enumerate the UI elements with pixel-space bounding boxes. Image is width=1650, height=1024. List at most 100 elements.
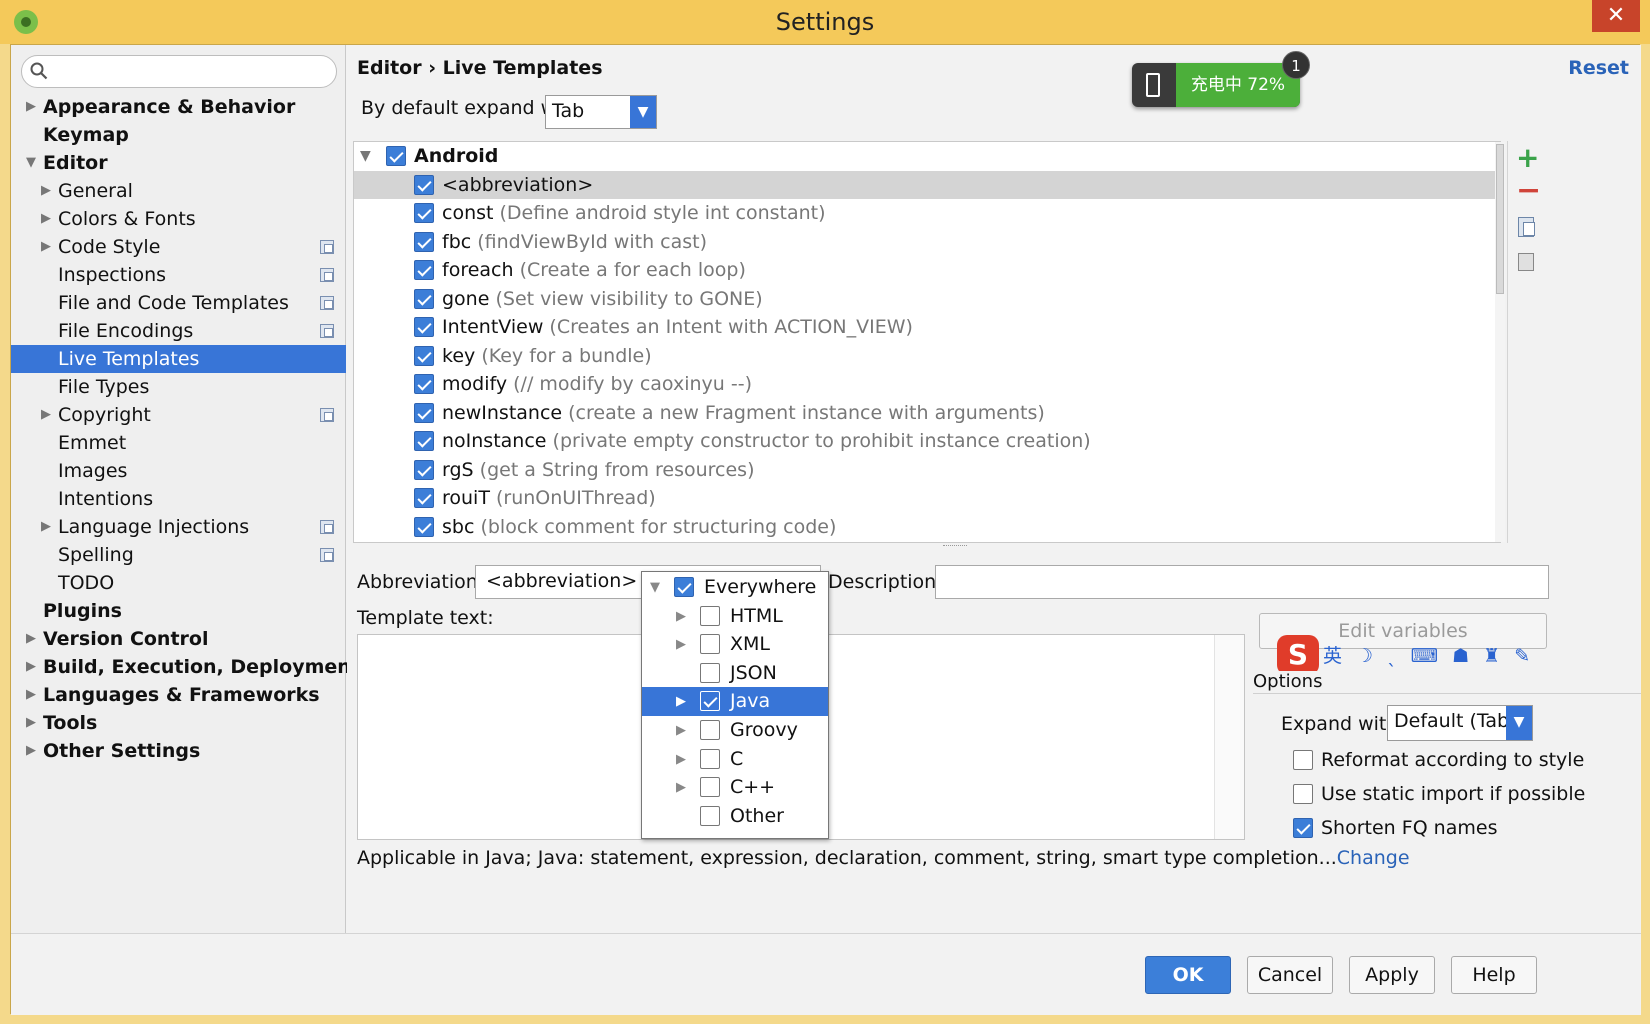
search-input[interactable] [21,55,337,88]
default-expand-select[interactable]: Tab ▼ [545,95,657,129]
description-field[interactable] [935,565,1549,599]
collapsed-arrow-icon[interactable]: ▶ [41,401,51,429]
ok-button[interactable]: OK [1145,956,1231,994]
collapsed-arrow-icon[interactable]: ▶ [26,681,36,709]
cancel-button[interactable]: Cancel [1247,956,1333,994]
template-group-row[interactable]: ▼ Android [354,142,1500,170]
collapsed-arrow-icon[interactable]: ▶ [676,716,686,745]
sidebar-item-appearance-behavior[interactable]: ▶ Appearance & Behavior [11,93,346,121]
collapsed-arrow-icon[interactable]: ▶ [41,233,51,261]
collapsed-arrow-icon[interactable]: ▶ [676,630,686,659]
context-checkbox[interactable] [700,605,720,626]
context-item-c[interactable]: ▶ C [642,745,828,774]
sidebar-item-keymap[interactable]: Keymap [11,121,346,149]
context-item-json[interactable]: JSON [642,659,828,688]
sidebar-item-other-settings[interactable]: ▶ Other Settings [11,737,346,765]
context-checkbox[interactable] [674,577,694,597]
reset-link[interactable]: Reset [1568,57,1629,79]
editor-scrollbar[interactable] [1214,635,1244,839]
template-row[interactable]: foreach (Create a for each loop) [354,256,1500,284]
template-checkbox[interactable] [414,317,434,337]
collapsed-arrow-icon[interactable]: ▶ [26,737,36,765]
template-row[interactable]: <abbreviation> [354,170,1500,199]
template-row[interactable]: gone (Set view visibility to GONE) [354,285,1500,313]
context-checkbox[interactable] [700,691,720,712]
context-checkbox[interactable] [700,777,720,798]
sidebar-item-inspections[interactable]: Inspections [11,261,346,289]
sidebar-item-copyright[interactable]: ▶ Copyright [11,401,346,429]
sidebar-item-file-encodings[interactable]: File Encodings [11,317,346,345]
collapsed-arrow-icon[interactable]: ▶ [41,513,51,541]
sidebar-item-code-style[interactable]: ▶ Code Style [11,233,346,261]
template-checkbox[interactable] [414,174,434,195]
context-item-groovy[interactable]: ▶ Groovy [642,716,828,745]
sogou-logo-icon[interactable]: S [1277,635,1319,675]
template-checkbox[interactable] [414,203,434,223]
sidebar-item-tools[interactable]: ▶ Tools [11,709,346,737]
templates-scrollbar[interactable] [1495,142,1505,542]
context-item-html[interactable]: ▶ HTML [642,602,828,631]
template-checkbox[interactable] [414,516,434,537]
template-row[interactable]: key (Key for a bundle) [354,342,1500,370]
ime-tool-icons[interactable]: 英 ☽ ˎ ⌨ ☗ ♜ ✎ [1323,641,1534,668]
help-button[interactable]: Help [1451,956,1537,994]
add-icon[interactable]: + [1516,144,1539,172]
template-row[interactable]: modify (// modify by caoxinyu --) [354,370,1500,398]
template-row[interactable]: rouiT (runOnUIThread) [354,484,1500,512]
close-button[interactable]: ✕ [1592,0,1640,32]
collapsed-arrow-icon[interactable]: ▶ [676,773,686,802]
expanded-arrow-icon[interactable]: ▼ [26,149,36,177]
collapsed-arrow-icon[interactable]: ▶ [26,625,36,653]
sidebar-item-version-control[interactable]: ▶ Version Control [11,625,346,653]
template-checkbox[interactable] [414,488,434,508]
sidebar-item-language-injections[interactable]: ▶ Language Injections [11,513,346,541]
template-checkbox[interactable] [414,288,434,309]
sidebar-item-emmet[interactable]: Emmet [11,429,346,457]
template-checkbox[interactable] [414,374,434,394]
copy-icon[interactable] [1518,217,1535,237]
collapsed-arrow-icon[interactable]: ▶ [26,653,36,681]
sidebar-item-file-types[interactable]: File Types [11,373,346,401]
template-row[interactable]: noInstance (private empty constructor to… [354,427,1500,455]
ime-toolbar[interactable]: S 英 ☽ ˎ ⌨ ☗ ♜ ✎ [1277,635,1547,675]
expanded-arrow-icon[interactable]: ▼ [650,573,660,602]
collapsed-arrow-icon[interactable]: ▶ [41,177,51,205]
expanded-arrow-icon[interactable]: ▼ [360,142,371,170]
template-row[interactable]: const (Define android style int constant… [354,199,1500,227]
remove-icon[interactable]: − [1516,176,1541,206]
template-checkbox[interactable] [414,260,434,280]
title-bar[interactable]: Settings ✕ [0,0,1650,44]
template-checkbox[interactable] [414,459,434,480]
sidebar-item-todo[interactable]: TODO [11,569,346,597]
context-checkbox[interactable] [700,748,720,769]
sidebar-item-images[interactable]: Images [11,457,346,485]
splitter-handle[interactable] [943,545,967,549]
collapsed-arrow-icon[interactable]: ▶ [26,93,36,121]
context-item-cplusplus[interactable]: ▶ C++ [642,773,828,802]
restore-defaults-icon[interactable] [1518,253,1534,271]
sidebar-item-live-templates[interactable]: Live Templates [11,345,346,373]
collapsed-arrow-icon[interactable]: ▶ [676,687,686,716]
context-item-java[interactable]: ▶ Java [642,687,828,717]
sidebar-item-colors-fonts[interactable]: ▶ Colors & Fonts [11,205,346,233]
sidebar-item-general[interactable]: ▶ General [11,177,346,205]
template-checkbox[interactable] [414,345,434,366]
template-row[interactable]: fbc (findViewById with cast) [354,228,1500,256]
context-checkbox[interactable] [700,805,720,826]
sidebar-item-editor[interactable]: ▼ Editor [11,149,346,177]
template-row[interactable]: IntentView (Creates an Intent with ACTIO… [354,313,1500,341]
context-checkbox[interactable] [700,662,720,683]
template-checkbox[interactable] [414,231,434,252]
collapsed-arrow-icon[interactable]: ▶ [26,709,36,737]
apply-button[interactable]: Apply [1349,956,1435,994]
sidebar-item-file-and-code-templates[interactable]: File and Code Templates [11,289,346,317]
template-checkbox[interactable] [414,431,434,451]
template-checkbox[interactable] [414,402,434,423]
collapsed-arrow-icon[interactable]: ▶ [676,602,686,631]
context-item-xml[interactable]: ▶ XML [642,630,828,659]
context-checkbox[interactable] [700,634,720,655]
sidebar-item-intentions[interactable]: Intentions [11,485,346,513]
sidebar-item-build-execution-deployment[interactable]: ▶ Build, Execution, Deployment [11,653,360,681]
reformat-checkbox[interactable] [1293,750,1313,770]
template-row[interactable]: sbc (block comment for structuring code) [354,513,1500,541]
